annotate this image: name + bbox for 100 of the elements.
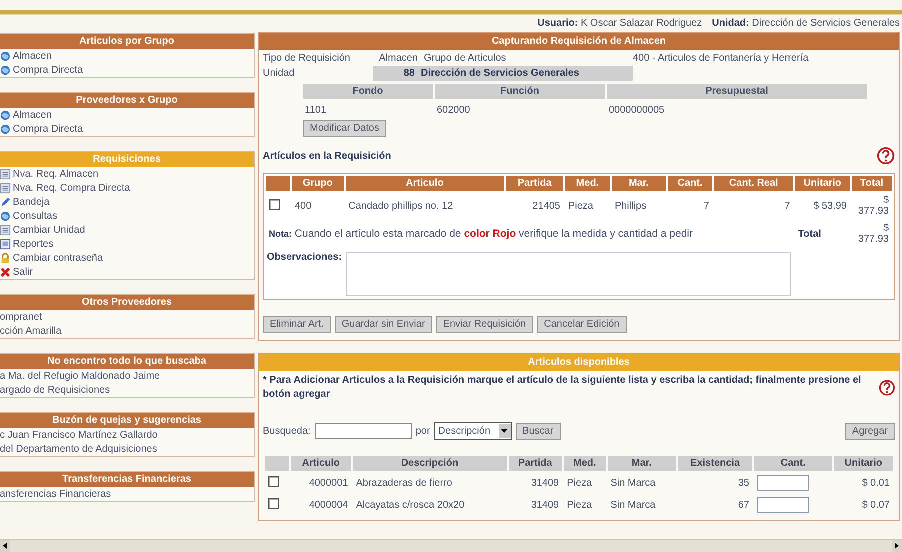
field-value: 400 - Articulos de Fontanería y Herrería [633,53,810,64]
action-button[interactable]: Cancelar Edición [537,316,627,333]
table-cell-text: Sin Marca [610,498,657,512]
column-header: Cant. [754,456,832,471]
pen-icon [0,196,11,208]
sidebar-header: No encontro todo lo que buscaba [0,354,254,369]
globe-icon [0,124,11,134]
globe-icon [0,210,11,222]
field-label: Tipo de Requisición [263,53,352,64]
field-label: Grupo de Articulos [423,53,508,64]
column-header: Unitario [795,176,850,191]
sidebar-item[interactable]: Nva. Req. Compra Directa [0,181,254,195]
action-button[interactable]: Enviar Requisición [436,316,534,333]
table-cell-text: 31409 [530,476,560,490]
table-cell-text: 7 [702,200,710,214]
search-by-dropdown[interactable]: Descripción [434,422,512,440]
table-cell-text: Pieza [566,498,594,512]
quantity-field[interactable] [757,497,810,513]
column-header: Descripción [353,456,507,471]
sidebar-item[interactable]: del Departamento de Adquisiciones [0,442,254,456]
table-cell-text: 21405 [532,200,562,214]
modify-button[interactable]: Modificar Datos [303,120,386,137]
table-cell-text: 67 [737,498,750,512]
sidebar-item[interactable]: Almacen [0,49,254,63]
field-value: 88 [373,66,418,81]
column-header: Mar. [608,456,676,471]
scroll-right-button[interactable] [892,540,902,552]
sidebar-item[interactable]: Bandeja [0,195,254,209]
scroll-left-icon [3,543,7,549]
scroll-right-icon [895,543,899,549]
column-header: Mar. [612,176,666,191]
action-button[interactable]: Eliminar Art. [263,316,331,333]
sidebar-header: Otros Proveedores [0,295,254,310]
table-cell-text: 1101 [304,104,328,118]
table-cell-text: Pieza [566,476,594,490]
observations-field[interactable] [346,252,791,296]
instructions-text: * Para Adicionar Articulos a la Requisición marque el artículo de la siguiente lista y escriba la cantidad; finalmente presione el botón agregar [263,374,862,402]
globe-icon [0,50,11,62]
column-header: Unitario [834,456,893,471]
table-cell-text: 31409 [530,498,560,512]
sidebar-item[interactable]: Consultas [0,209,254,223]
search-button[interactable]: Buscar [516,422,561,440]
column-header: Total [852,176,892,191]
sidebar-item[interactable]: cción Amarilla [0,324,254,338]
column-header: Grupo [292,176,344,191]
sidebar-item[interactable]: Salir [0,265,254,279]
unit-info: Unidad: Dirección de Servicios Generales [712,18,900,29]
sidebar-item[interactable]: Compra Directa [0,122,254,136]
sidebar-item[interactable]: argado de Requisiciones [0,383,254,397]
table-cell-text: 4000001 [308,476,350,490]
column-header: Función [435,84,605,99]
sidebar-header: Buzón de quejas y sugerencias [0,413,254,428]
column-header: Med. [564,456,606,471]
column-header: Partida [506,176,564,191]
action-button[interactable]: Guardar sin Enviar [334,316,432,333]
search-field[interactable] [314,423,412,439]
sidebar-item[interactable]: c Juan Francisco Martínez Gallardo [0,428,254,442]
checkbox[interactable] [268,476,279,487]
sidebar-item[interactable]: Cambiar Unidad [0,223,254,237]
table-cell-text: 0000000005 [608,104,666,118]
help-icon[interactable] [878,379,895,397]
table-cell-text: $ 0.01 [861,476,891,490]
table-cell-text: 4000004 [308,498,350,512]
field-value: Almacen [378,53,418,64]
table-cell-text: Sin Marca [610,476,657,490]
document-icon [0,224,11,236]
lock-icon [0,252,11,264]
table-cell-text: 7 [784,200,792,214]
caret-icon [501,429,508,433]
sidebar-item[interactable]: Nva. Req. Almacen [0,167,254,181]
column-header: Presupuestal [607,84,867,99]
user-info: Usuario: K Oscar Salazar Rodriguez [538,18,702,29]
table-cell-text: $ 53.99 [812,200,848,214]
column-header: Med. [565,176,610,191]
field-label: Busqueda: [263,426,311,436]
panel-title: Capturando Requisición de Almacen [259,33,899,50]
table-cell-text: 602000 [436,104,472,118]
checkbox[interactable] [268,498,279,509]
sidebar-header: Articulos por Grupo [0,34,254,49]
sidebar-item[interactable]: a Ma. del Refugio Maldonado Jaime [0,369,254,383]
table-cell-text: Candado phillips no. 12 [348,200,454,214]
sidebar-item[interactable]: ansferencias Financieras [0,487,254,501]
sidebar-item[interactable]: Compra Directa [0,63,254,77]
sidebar-item[interactable]: Reportes [0,237,254,251]
globe-icon [0,110,11,120]
note-text: Nota: Cuando el artículo esta marcado de color Rojo verifique la medida y cantidad a pedir [268,227,694,242]
table-cell-text: Alcayatas c/rosca 20x20 [355,498,466,512]
field-label: por [416,426,430,436]
sidebar-item[interactable]: Cambiar contraseña [0,251,254,265]
column-header: Existencia [678,456,752,471]
sidebar-item[interactable]: ompranet [0,310,254,324]
scroll-left-button[interactable] [0,540,10,552]
checkbox[interactable] [269,199,280,210]
field-label: Observaciones: [267,252,342,265]
field-value: Dirección de Servicios Generales [418,66,633,81]
add-button[interactable]: Agregar [845,422,895,440]
quantity-field[interactable] [757,475,810,491]
sidebar-item[interactable]: Almacen [0,108,254,122]
column-header: Cant. Real [714,176,794,191]
help-icon[interactable] [877,147,895,165]
